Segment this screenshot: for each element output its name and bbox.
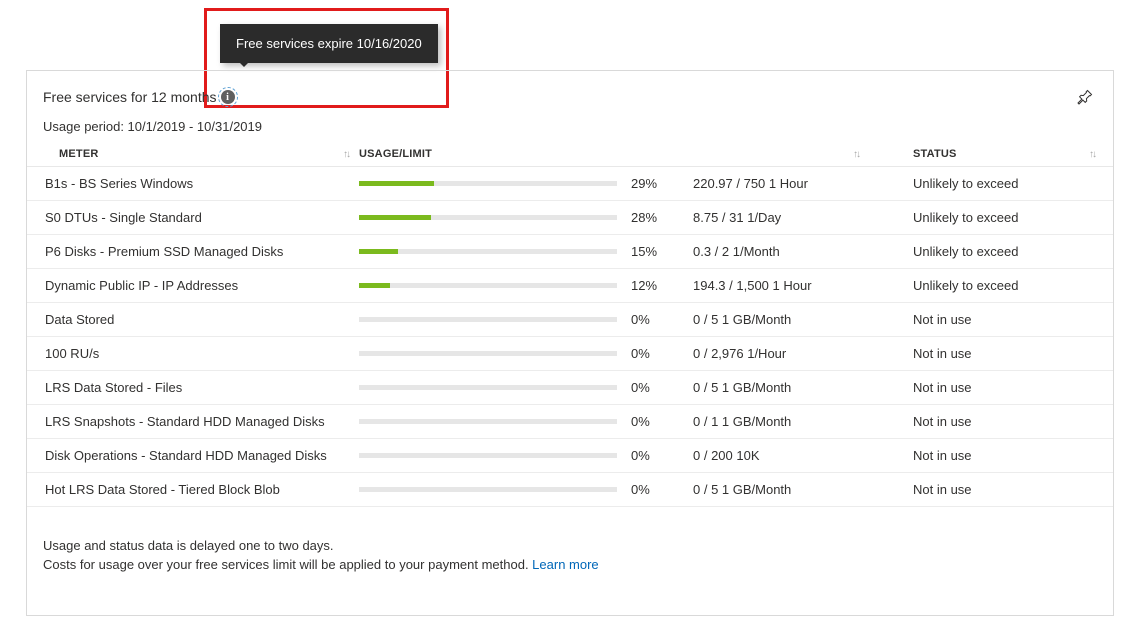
learn-more-link[interactable]: Learn more bbox=[532, 557, 598, 572]
status-text: Not in use bbox=[869, 414, 1105, 429]
usage-bar bbox=[359, 317, 631, 322]
table-row: Data Stored 0%0 / 5 1 GB/MonthNot in use bbox=[27, 303, 1113, 337]
usage-limit: 8.75 / 31 1/Day bbox=[693, 210, 869, 225]
column-header-status[interactable]: STATUS ↑↓ bbox=[869, 148, 1105, 160]
usage-bar bbox=[359, 351, 631, 356]
column-header-status-label: STATUS bbox=[913, 148, 957, 160]
usage-limit: 0.3 / 2 1/Month bbox=[693, 244, 869, 259]
status-text: Unlikely to exceed bbox=[869, 244, 1105, 259]
usage-bar bbox=[359, 215, 631, 220]
usage-limit: 0 / 1 1 GB/Month bbox=[693, 414, 869, 429]
usage-limit: 0 / 200 10K bbox=[693, 448, 869, 463]
pin-icon bbox=[1077, 89, 1093, 105]
info-tooltip-text: Free services expire 10/16/2020 bbox=[236, 36, 422, 51]
status-text: Not in use bbox=[869, 482, 1105, 497]
status-text: Unlikely to exceed bbox=[869, 176, 1105, 191]
meter-name: B1s - BS Series Windows bbox=[45, 176, 359, 191]
meter-name: Dynamic Public IP - IP Addresses bbox=[45, 278, 359, 293]
usage-bar bbox=[359, 453, 631, 458]
column-header-usage-label: USAGE/LIMIT bbox=[359, 148, 432, 160]
table-row: LRS Snapshots - Standard HDD Managed Dis… bbox=[27, 405, 1113, 439]
table-row: Dynamic Public IP - IP Addresses 12%194.3… bbox=[27, 269, 1113, 303]
usage-bar bbox=[359, 385, 631, 390]
column-headers: METER ↑↓ USAGE/LIMIT ↑↓ STATUS ↑↓ bbox=[27, 142, 1113, 166]
info-tooltip: Free services expire 10/16/2020 bbox=[220, 24, 438, 63]
usage-bar bbox=[359, 181, 631, 186]
status-text: Not in use bbox=[869, 346, 1105, 361]
usage-percent: 0% bbox=[631, 312, 693, 327]
meter-name: Hot LRS Data Stored - Tiered Block Blob bbox=[45, 482, 359, 497]
table-row: Hot LRS Data Stored - Tiered Block Blob 0… bbox=[27, 473, 1113, 507]
meter-name: S0 DTUs - Single Standard bbox=[45, 210, 359, 225]
usage-percent: 15% bbox=[631, 244, 693, 259]
sort-icon: ↑↓ bbox=[853, 149, 869, 160]
usage-limit: 0 / 2,976 1/Hour bbox=[693, 346, 869, 361]
footer-note: Usage and status data is delayed one to … bbox=[27, 527, 1113, 575]
usage-limit: 0 / 5 1 GB/Month bbox=[693, 312, 869, 327]
usage-bar bbox=[359, 487, 631, 492]
info-icon[interactable]: i bbox=[221, 90, 235, 104]
meter-name: P6 Disks - Premium SSD Managed Disks bbox=[45, 244, 359, 259]
column-header-meter[interactable]: METER ↑↓ bbox=[59, 148, 359, 160]
column-header-meter-label: METER bbox=[59, 148, 99, 160]
usage-percent: 0% bbox=[631, 448, 693, 463]
usage-period: Usage period: 10/1/2019 - 10/31/2019 bbox=[27, 109, 1113, 142]
panel-title: Free services for 12 months bbox=[43, 89, 217, 105]
sort-icon: ↑↓ bbox=[343, 149, 359, 160]
table-row: P6 Disks - Premium SSD Managed Disks 15%0… bbox=[27, 235, 1113, 269]
sort-icon: ↑↓ bbox=[1089, 149, 1105, 160]
usage-limit: 0 / 5 1 GB/Month bbox=[693, 380, 869, 395]
usage-percent: 12% bbox=[631, 278, 693, 293]
table-row: S0 DTUs - Single Standard 28%8.75 / 31 1/… bbox=[27, 201, 1113, 235]
footer-line1: Usage and status data is delayed one to … bbox=[43, 537, 1097, 556]
usage-percent: 28% bbox=[631, 210, 693, 225]
meter-name: Data Stored bbox=[45, 312, 359, 327]
usage-percent: 0% bbox=[631, 346, 693, 361]
usage-limit: 194.3 / 1,500 1 Hour bbox=[693, 278, 869, 293]
table-row: LRS Data Stored - Files 0%0 / 5 1 GB/Mont… bbox=[27, 371, 1113, 405]
status-text: Not in use bbox=[869, 380, 1105, 395]
usage-percent: 0% bbox=[631, 482, 693, 497]
free-services-panel: Free services for 12 months i Usage peri… bbox=[26, 70, 1114, 616]
table-row: Disk Operations - Standard HDD Managed D… bbox=[27, 439, 1113, 473]
usage-percent: 0% bbox=[631, 414, 693, 429]
usage-bar bbox=[359, 249, 631, 254]
usage-percent: 0% bbox=[631, 380, 693, 395]
usage-percent: 29% bbox=[631, 176, 693, 191]
status-text: Unlikely to exceed bbox=[869, 278, 1105, 293]
meter-name: Disk Operations - Standard HDD Managed D… bbox=[45, 448, 359, 463]
usage-limit: 220.97 / 750 1 Hour bbox=[693, 176, 869, 191]
usage-bar bbox=[359, 283, 631, 288]
meter-name: LRS Snapshots - Standard HDD Managed Dis… bbox=[45, 414, 359, 429]
footer-line2: Costs for usage over your free services … bbox=[43, 557, 532, 572]
column-header-usage[interactable]: USAGE/LIMIT ↑↓ bbox=[359, 148, 869, 160]
status-text: Not in use bbox=[869, 312, 1105, 327]
table-row: 100 RU/s 0%0 / 2,976 1/HourNot in use bbox=[27, 337, 1113, 371]
meter-name: 100 RU/s bbox=[45, 346, 359, 361]
meter-name: LRS Data Stored - Files bbox=[45, 380, 359, 395]
usage-bar bbox=[359, 419, 631, 424]
data-rows-scroll[interactable]: B1s - BS Series Windows 29%220.97 / 750 1… bbox=[27, 166, 1113, 527]
pin-button[interactable] bbox=[1073, 85, 1097, 109]
status-text: Unlikely to exceed bbox=[869, 210, 1105, 225]
table-row: B1s - BS Series Windows 29%220.97 / 750 1… bbox=[27, 167, 1113, 201]
status-text: Not in use bbox=[869, 448, 1105, 463]
usage-limit: 0 / 5 1 GB/Month bbox=[693, 482, 869, 497]
